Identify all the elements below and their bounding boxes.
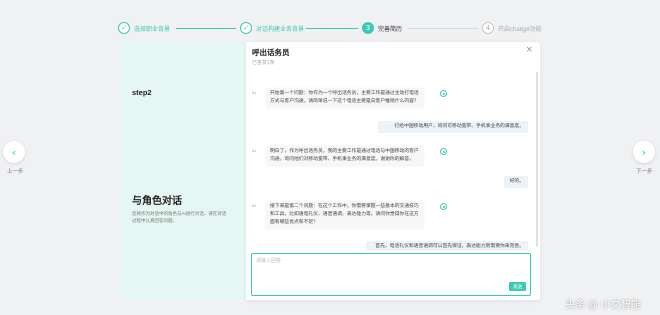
close-icon[interactable]: × [525,45,533,55]
step-business-background: ✓ 对话构建业务背景 [240,22,304,34]
user-message: 好的。 [504,176,528,188]
dialog-subtitle: 已答复1条 [252,60,275,66]
step-connector [176,28,236,29]
bot-avatar: AI [252,148,256,153]
next-step-label: 下一步 [636,169,653,175]
check-icon: ✓ [118,22,130,34]
step-number: 3 [362,22,374,34]
intro-panel: step2 与角色对话 您将作为对话中的角色与AI进行对话，请在对话过程中认真回… [120,42,246,300]
step-indicator: step2 [132,88,152,97]
answer-input-box: 发送 [251,253,531,296]
chat-scrollbar[interactable] [536,72,538,247]
chevron-left-icon: ‹ [11,145,17,159]
step-chatgpt: 4 开启chatgpt功能 [482,22,542,34]
bot-avatar: AI [252,203,256,208]
check-icon: ✓ [240,22,252,34]
send-button[interactable]: 发送 [509,282,526,291]
chevron-right-icon: › [641,145,647,159]
dialog-title: 呼出话务员 [252,48,290,57]
speaker-icon[interactable] [440,148,447,155]
step-label: 选择职业背景 [134,26,171,33]
step-select-background: ✓ 选择职业背景 [118,22,170,34]
bot-avatar: AI [252,90,256,95]
step-number: 4 [482,22,494,34]
user-message: 首先，电话礼仪和语音语调可以首先保证，表达能力则需要你来完善。 [366,241,528,251]
progress-stepper: ✓ 选择职业背景 ✓ 对话构建业务背景 3 完善简历 4 开启chatgpt功能 [118,22,548,38]
step-connector [306,28,358,29]
step-label: 开启chatgpt功能 [498,26,542,33]
next-step-button[interactable]: › [633,141,655,163]
speaker-icon[interactable] [440,203,447,210]
step-label: 对话构建业务背景 [256,26,305,33]
prev-step-label: 上一步 [7,169,24,175]
step-refine-resume: 3 完善简历 [362,22,402,34]
panel-description: 您将作为对话中的角色与AI进行对话，请在对话过程中认真回答问题。 [132,211,227,223]
panel-title: 与角色对话 [132,196,182,207]
bot-message: 开始第一个问题：你作为一个呼出话务员，主要工作是通过主动打电话方式与客户沟通。请… [266,88,424,108]
answer-input[interactable] [256,257,526,283]
chat-dialog: 呼出话务员 已答复1条 × AI 开始第一个问题：你作为一个呼出话务员，主要工作… [246,42,540,300]
chat-history[interactable]: AI 开始第一个问题：你作为一个呼出话务员，主要工作是通过主动打电话方式与客户沟… [250,70,536,251]
user-message: 打给中国移动用户，询问可移动宽带、手机事业务的满意度。 [378,121,528,133]
step-label: 完善简历 [378,26,403,33]
prev-step-button[interactable]: ‹ [3,141,25,163]
watermark: 头条 @ 小文智能 [565,300,641,311]
step-connector [408,28,478,29]
bot-message: 明白了，作为呼出话务员，我的主要工作是通过电话与中国移动的客户沟通，询问他们对移… [266,146,424,166]
speaker-icon[interactable] [440,90,447,97]
bot-message: 接下来是第二个问题：在这个工作中，你需要掌握一些基本的交通技巧和工具，比如语电礼… [266,201,424,229]
